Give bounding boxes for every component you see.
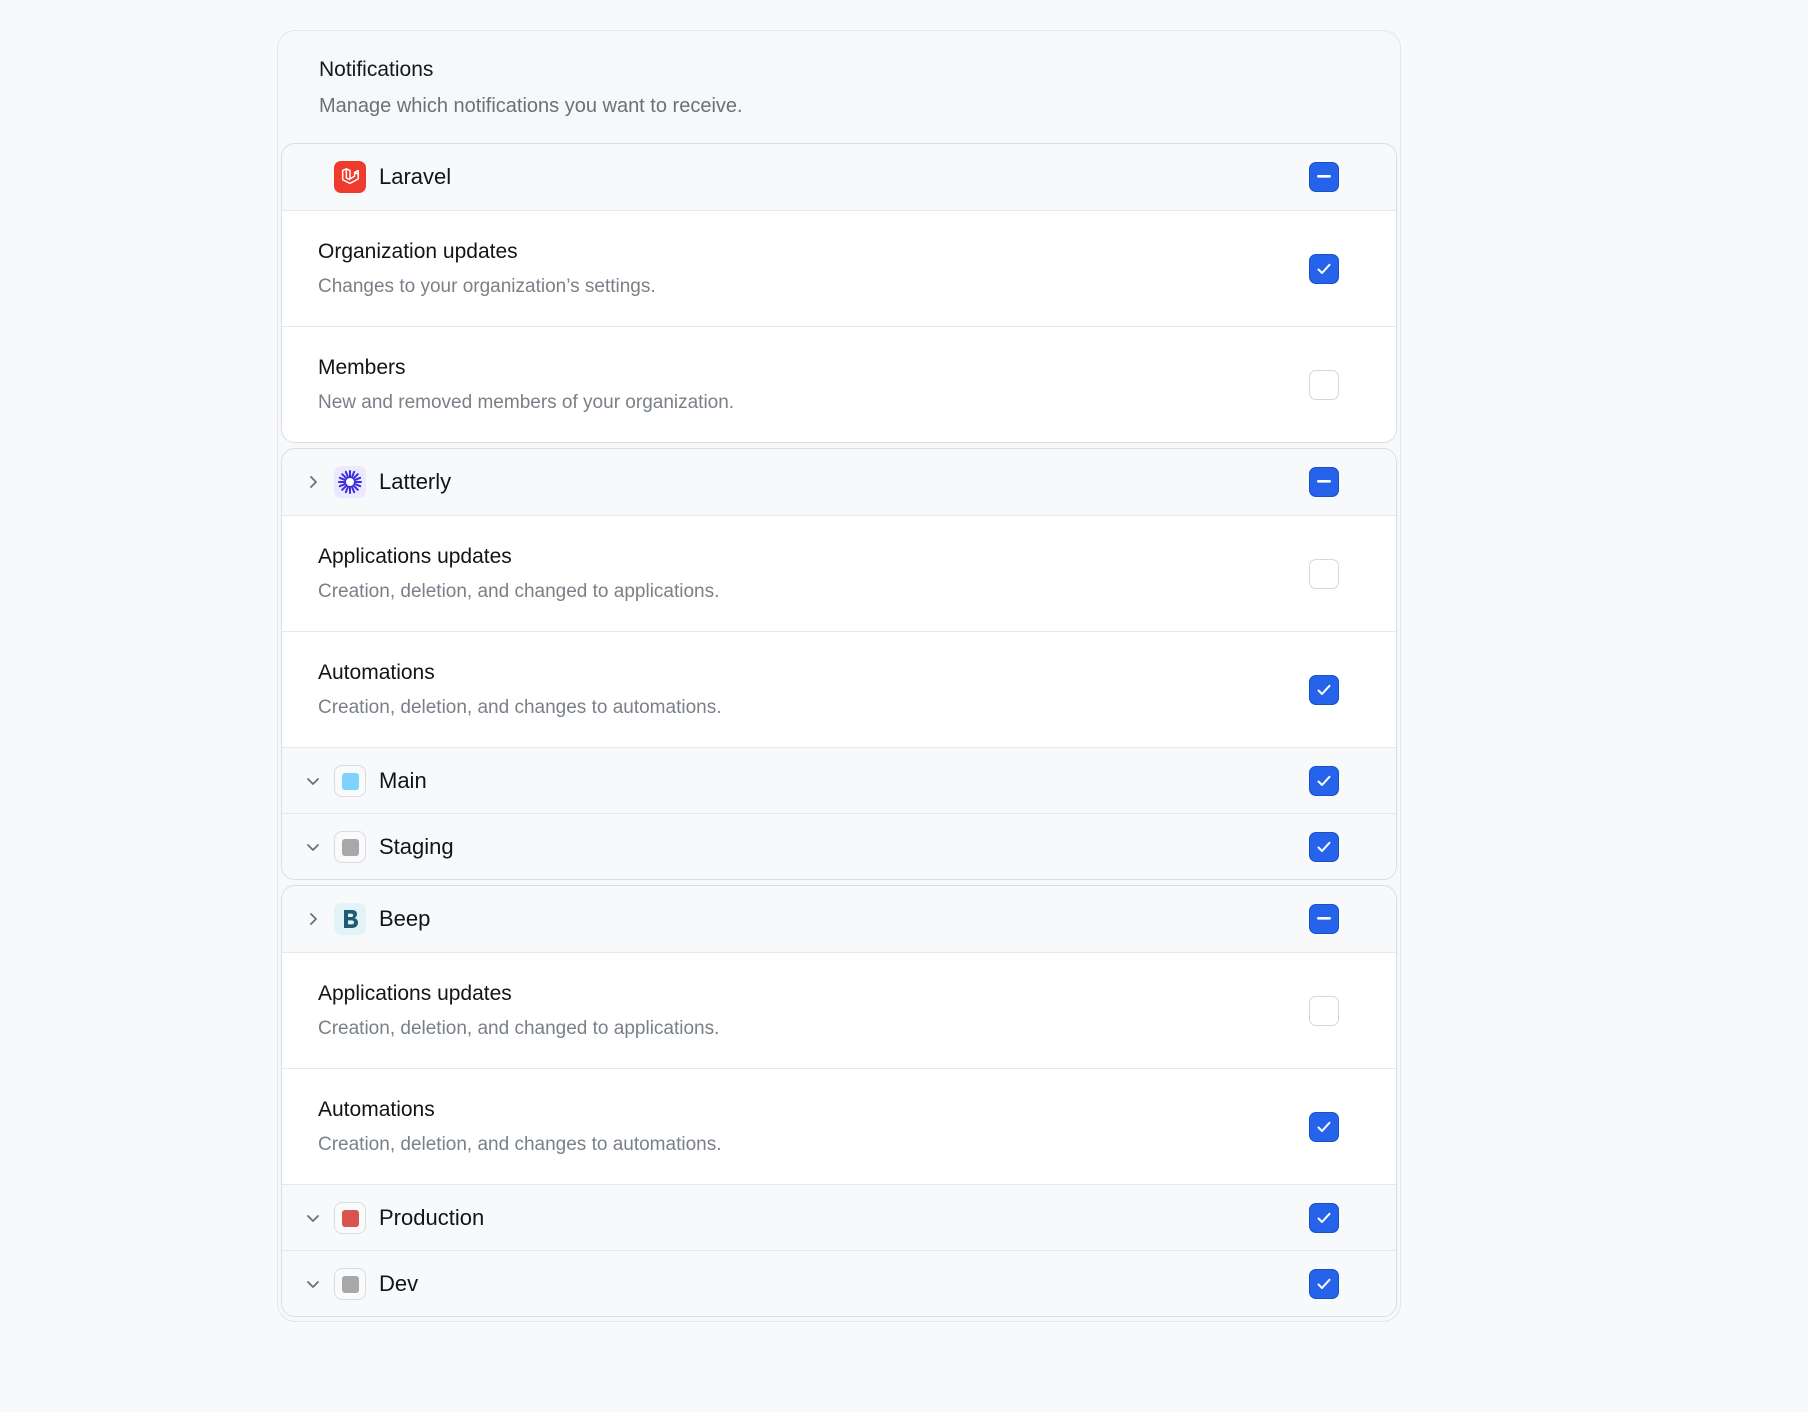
item-title: Applications updates — [318, 982, 512, 1005]
item-checkbox[interactable] — [1309, 675, 1339, 705]
notification-item: Applications updates Creation, deletion,… — [282, 515, 1396, 631]
item-checkbox[interactable] — [1309, 370, 1339, 400]
item-description: Changes to your organization’s settings. — [318, 276, 656, 297]
notification-item: Organization updates Changes to your org… — [282, 210, 1396, 326]
item-description: New and removed members of your organiza… — [318, 392, 735, 413]
chevron-down-icon[interactable] — [302, 770, 324, 792]
chevron-down-icon[interactable] — [302, 1273, 324, 1295]
notifications-card: Notifications Manage which notifications… — [277, 30, 1401, 1322]
item-title: Applications updates — [318, 545, 512, 568]
group-header-beep[interactable]: Beep — [282, 886, 1396, 952]
laravel-icon — [334, 161, 366, 193]
environment-name: Dev — [379, 1271, 419, 1296]
group-laravel: Laravel Organization updates Changes to … — [281, 143, 1397, 443]
group-header-latterly[interactable]: Latterly — [282, 449, 1396, 515]
card-header: Notifications Manage which notifications… — [281, 31, 1397, 143]
environment-checkbox[interactable] — [1309, 1269, 1339, 1299]
item-title: Automations — [318, 1098, 435, 1121]
environment-row-dev[interactable]: Dev — [282, 1250, 1396, 1316]
environment-row-staging[interactable]: Staging — [282, 813, 1396, 879]
group-header-laravel[interactable]: Laravel — [282, 144, 1396, 210]
page-title: Notifications — [319, 58, 434, 81]
chevron-down-icon[interactable] — [302, 836, 324, 858]
environment-color-swatch — [334, 765, 366, 797]
environment-name: Main — [379, 768, 427, 793]
environment-checkbox[interactable] — [1309, 1203, 1339, 1233]
chevron-right-icon[interactable] — [302, 908, 324, 930]
chevron-right-icon[interactable] — [302, 471, 324, 493]
environment-name: Staging — [379, 834, 454, 859]
item-title: Organization updates — [318, 240, 518, 263]
environment-name: Production — [379, 1205, 485, 1230]
environment-row-production[interactable]: Production — [282, 1184, 1396, 1250]
environment-color-swatch — [334, 1202, 366, 1234]
group-indeterminate-checkbox[interactable] — [1309, 162, 1339, 192]
group-indeterminate-checkbox[interactable] — [1309, 467, 1339, 497]
item-description: Creation, deletion, and changes to autom… — [318, 1134, 722, 1155]
item-checkbox[interactable] — [1309, 996, 1339, 1026]
notification-item: Members New and removed members of your … — [282, 326, 1396, 442]
environment-color-swatch — [334, 831, 366, 863]
latterly-icon — [334, 466, 366, 498]
group-beep: Beep Applications updates Creation, dele… — [281, 885, 1397, 1317]
environment-checkbox[interactable] — [1309, 832, 1339, 862]
item-description: Creation, deletion, and changed to appli… — [318, 581, 720, 602]
group-name: Laravel — [379, 164, 452, 189]
group-name: Latterly — [379, 469, 452, 494]
page-subtitle: Manage which notifications you want to r… — [319, 95, 743, 117]
item-checkbox[interactable] — [1309, 1112, 1339, 1142]
environment-checkbox[interactable] — [1309, 766, 1339, 796]
notification-item: Automations Creation, deletion, and chan… — [282, 631, 1396, 747]
notification-item: Automations Creation, deletion, and chan… — [282, 1068, 1396, 1184]
item-title: Automations — [318, 661, 435, 684]
chevron-down-icon[interactable] — [302, 1207, 324, 1229]
group-indeterminate-checkbox[interactable] — [1309, 904, 1339, 934]
group-latterly: Latterly Applications updates Creation, … — [281, 448, 1397, 880]
environment-row-main[interactable]: Main — [282, 747, 1396, 813]
item-title: Members — [318, 356, 406, 379]
environment-color-swatch — [334, 1268, 366, 1300]
item-checkbox[interactable] — [1309, 254, 1339, 284]
item-description: Creation, deletion, and changes to autom… — [318, 697, 722, 718]
notification-item: Applications updates Creation, deletion,… — [282, 952, 1396, 1068]
beep-icon — [334, 903, 366, 935]
group-name: Beep — [379, 906, 431, 931]
item-description: Creation, deletion, and changed to appli… — [318, 1018, 720, 1039]
item-checkbox[interactable] — [1309, 559, 1339, 589]
